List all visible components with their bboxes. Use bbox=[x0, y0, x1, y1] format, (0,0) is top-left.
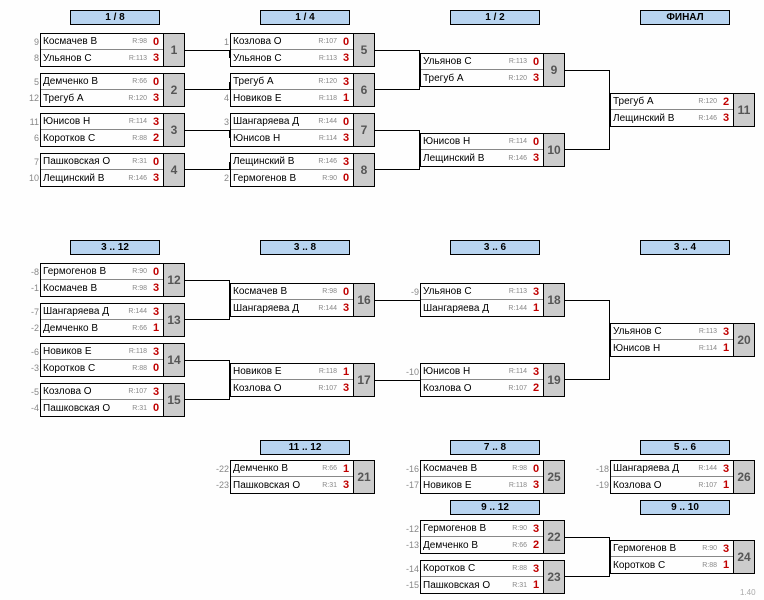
match-26: -18Шангаряева ДR:1443 -19Козлова ОR:1071… bbox=[610, 460, 755, 494]
match-20: Ульянов СR:1133 Юнисов НR:1141 20 bbox=[610, 323, 755, 357]
round-1-8: 1 / 8 bbox=[70, 10, 160, 25]
match-5: 1Козлова ОR:1070 Ульянов СR:1133 5 bbox=[230, 33, 375, 67]
match-11: Трегуб АR:1202 Лещинский ВR:1463 11 bbox=[610, 93, 755, 127]
match-2: 5Демченко ВR:660 12Трегуб АR:1203 2 bbox=[40, 73, 185, 107]
match-9: Ульянов СR:1130 Трегуб АR:1203 9 bbox=[420, 53, 565, 87]
round-9-12: 9 .. 12 bbox=[450, 500, 540, 515]
match-21: -22Демченко ВR:661 -23Пашковская ОR:313 … bbox=[230, 460, 375, 494]
match-7: 3Шангаряева ДR:1440 Юнисов НR:1143 7 bbox=[230, 113, 375, 147]
round-9-10: 9 .. 10 bbox=[640, 500, 730, 515]
match-6: Трегуб АR:1203 4Новиков ЕR:1181 6 bbox=[230, 73, 375, 107]
match-14: -6Новиков ЕR:1183 -3Коротков СR:880 14 bbox=[40, 343, 185, 377]
round-3-4: 3 .. 4 bbox=[640, 240, 730, 255]
match-15: -5Козлова ОR:1073 -4Пашковская ОR:310 15 bbox=[40, 383, 185, 417]
match-25: -16Космачев ВR:980 -17Новиков ЕR:1183 25 bbox=[420, 460, 565, 494]
match-22: -12Гермогенов ВR:903 -13Демченко ВR:662 … bbox=[420, 520, 565, 554]
match-1: 9Космачев ВR:980 8Ульянов СR:1133 1 bbox=[40, 33, 185, 67]
round-11-12: 11 .. 12 bbox=[260, 440, 350, 455]
match-12: -8Гермогенов ВR:900 -1Космачев ВR:983 12 bbox=[40, 263, 185, 297]
match-10: Юнисов НR:1140 Лещинский ВR:1463 10 bbox=[420, 133, 565, 167]
match-3: 11Юнисов НR:1143 6Коротков СR:882 3 bbox=[40, 113, 185, 147]
round-3-12: 3 .. 12 bbox=[70, 240, 160, 255]
bracket-canvas: 1 / 8 1 / 4 1 / 2 ФИНАЛ 3 .. 12 3 .. 8 3… bbox=[0, 0, 764, 600]
round-5-6: 5 .. 6 bbox=[640, 440, 730, 455]
match-24: Гермогенов ВR:903 Коротков СR:881 24 bbox=[610, 540, 755, 574]
round-final: ФИНАЛ bbox=[640, 10, 730, 25]
round-1-4: 1 / 4 bbox=[260, 10, 350, 25]
match-17: Новиков ЕR:1181 Козлова ОR:1073 17 bbox=[230, 363, 375, 397]
match-16: Космачев ВR:980 Шангаряева ДR:1443 16 bbox=[230, 283, 375, 317]
match-13: -7Шангаряева ДR:1443 -2Демченко ВR:661 1… bbox=[40, 303, 185, 337]
match-23: -14Коротков СR:883 -15Пашковская ОR:311 … bbox=[420, 560, 565, 594]
round-3-6: 3 .. 6 bbox=[450, 240, 540, 255]
round-7-8: 7 .. 8 bbox=[450, 440, 540, 455]
round-3-8: 3 .. 8 bbox=[260, 240, 350, 255]
match-4: 7Пашковская ОR:310 10Лещинский ВR:1463 4 bbox=[40, 153, 185, 187]
match-8: Лещинский ВR:1463 2Гермогенов ВR:900 8 bbox=[230, 153, 375, 187]
round-1-2: 1 / 2 bbox=[450, 10, 540, 25]
match-18: -9Ульянов СR:1133 Шангаряева ДR:1441 18 bbox=[420, 283, 565, 317]
version-label: 1.40 bbox=[740, 588, 756, 597]
match-19: -10Юнисов НR:1143 Козлова ОR:1072 19 bbox=[420, 363, 565, 397]
